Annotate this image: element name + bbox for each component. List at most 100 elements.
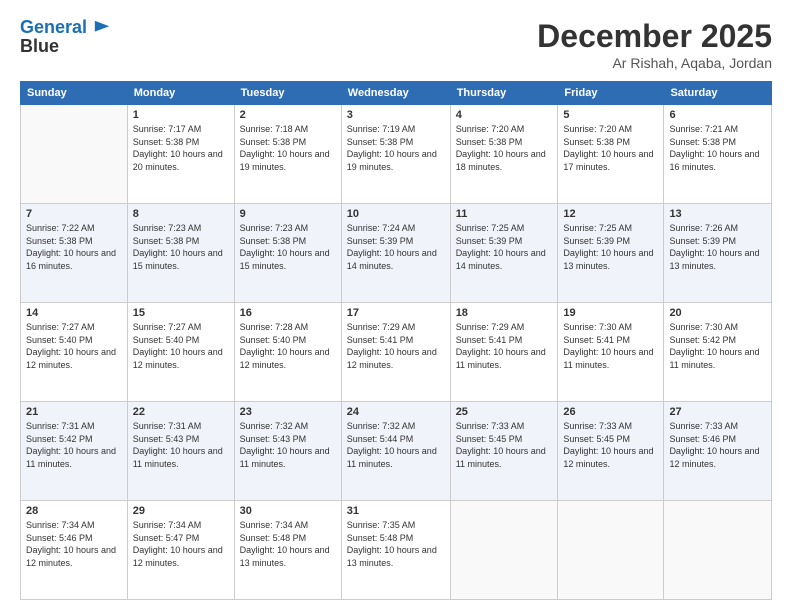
day-info: Sunrise: 7:34 AMSunset: 5:47 PMDaylight:… (133, 519, 229, 569)
calendar-week-row: 21 Sunrise: 7:31 AMSunset: 5:42 PMDayligh… (21, 402, 772, 501)
day-info: Sunrise: 7:27 AMSunset: 5:40 PMDaylight:… (133, 321, 229, 371)
day-info: Sunrise: 7:32 AMSunset: 5:44 PMDaylight:… (347, 420, 445, 470)
calendar-cell: 21 Sunrise: 7:31 AMSunset: 5:42 PMDayligh… (21, 402, 128, 501)
calendar-week-row: 14 Sunrise: 7:27 AMSunset: 5:40 PMDayligh… (21, 303, 772, 402)
day-info: Sunrise: 7:19 AMSunset: 5:38 PMDaylight:… (347, 123, 445, 173)
day-number: 23 (240, 406, 336, 418)
calendar-cell: 18 Sunrise: 7:29 AMSunset: 5:41 PMDayligh… (450, 303, 558, 402)
day-number: 22 (133, 406, 229, 418)
day-number: 17 (347, 307, 445, 319)
calendar-cell: 17Sunrise: 7:29 AMSunset: 5:41 PMDayligh… (341, 303, 450, 402)
calendar-cell: 16Sunrise: 7:28 AMSunset: 5:40 PMDayligh… (234, 303, 341, 402)
location: Ar Rishah, Aqaba, Jordan (537, 55, 772, 71)
day-info: Sunrise: 7:24 AMSunset: 5:39 PMDaylight:… (347, 222, 445, 272)
calendar-table: SundayMondayTuesdayWednesdayThursdayFrid… (20, 81, 772, 600)
day-number: 30 (240, 505, 336, 517)
day-info: Sunrise: 7:35 AMSunset: 5:48 PMDaylight:… (347, 519, 445, 569)
day-number: 4 (456, 109, 553, 121)
day-info: Sunrise: 7:29 AMSunset: 5:41 PMDaylight:… (456, 321, 553, 371)
day-number: 19 (563, 307, 658, 319)
day-number: 5 (563, 109, 658, 121)
day-info: Sunrise: 7:33 AMSunset: 5:46 PMDaylight:… (669, 420, 766, 470)
calendar-cell: 27 Sunrise: 7:33 AMSunset: 5:46 PMDayligh… (664, 402, 772, 501)
logo-text: General (20, 18, 111, 38)
calendar-cell: 14 Sunrise: 7:27 AMSunset: 5:40 PMDayligh… (21, 303, 128, 402)
calendar-week-row: 1 Sunrise: 7:17 AMSunset: 5:38 PMDaylight… (21, 105, 772, 204)
day-info: Sunrise: 7:34 AMSunset: 5:48 PMDaylight:… (240, 519, 336, 569)
calendar-cell: 12 Sunrise: 7:25 AMSunset: 5:39 PMDayligh… (558, 204, 664, 303)
logo: General Blue (20, 18, 111, 57)
day-number: 1 (133, 109, 229, 121)
day-number: 31 (347, 505, 445, 517)
calendar-cell: 20Sunrise: 7:30 AMSunset: 5:42 PMDayligh… (664, 303, 772, 402)
day-number: 6 (669, 109, 766, 121)
calendar-cell (664, 501, 772, 600)
calendar-week-row: 7Sunrise: 7:22 AMSunset: 5:38 PMDaylight… (21, 204, 772, 303)
day-number: 26 (563, 406, 658, 418)
day-info: Sunrise: 7:23 AMSunset: 5:38 PMDaylight:… (240, 222, 336, 272)
day-number: 8 (133, 208, 229, 220)
calendar-cell: 22 Sunrise: 7:31 AMSunset: 5:43 PMDayligh… (127, 402, 234, 501)
day-info: Sunrise: 7:20 AMSunset: 5:38 PMDaylight:… (456, 123, 553, 173)
day-info: Sunrise: 7:25 AMSunset: 5:39 PMDaylight:… (456, 222, 553, 272)
day-info: Sunrise: 7:33 AMSunset: 5:45 PMDaylight:… (563, 420, 658, 470)
calendar-cell: 9 Sunrise: 7:23 AMSunset: 5:38 PMDaylight… (234, 204, 341, 303)
day-number: 3 (347, 109, 445, 121)
day-number: 14 (26, 307, 122, 319)
day-number: 2 (240, 109, 336, 121)
title-block: December 2025 Ar Rishah, Aqaba, Jordan (537, 18, 772, 71)
day-info: Sunrise: 7:27 AMSunset: 5:40 PMDaylight:… (26, 321, 122, 371)
day-number: 21 (26, 406, 122, 418)
calendar-cell: 28Sunrise: 7:34 AMSunset: 5:46 PMDayligh… (21, 501, 128, 600)
day-info: Sunrise: 7:23 AMSunset: 5:38 PMDaylight:… (133, 222, 229, 272)
col-header-saturday: Saturday (664, 82, 772, 105)
calendar-cell (450, 501, 558, 600)
day-number: 15 (133, 307, 229, 319)
col-header-tuesday: Tuesday (234, 82, 341, 105)
day-info: Sunrise: 7:21 AMSunset: 5:38 PMDaylight:… (669, 123, 766, 173)
day-info: Sunrise: 7:18 AMSunset: 5:38 PMDaylight:… (240, 123, 336, 173)
day-number: 11 (456, 208, 553, 220)
day-number: 25 (456, 406, 553, 418)
calendar-cell: 31 Sunrise: 7:35 AMSunset: 5:48 PMDayligh… (341, 501, 450, 600)
day-number: 18 (456, 307, 553, 319)
calendar-cell (558, 501, 664, 600)
day-info: Sunrise: 7:31 AMSunset: 5:43 PMDaylight:… (133, 420, 229, 470)
calendar-week-row: 28Sunrise: 7:34 AMSunset: 5:46 PMDayligh… (21, 501, 772, 600)
day-info: Sunrise: 7:20 AMSunset: 5:38 PMDaylight:… (563, 123, 658, 173)
calendar-cell: 24Sunrise: 7:32 AMSunset: 5:44 PMDayligh… (341, 402, 450, 501)
calendar-cell: 8 Sunrise: 7:23 AMSunset: 5:38 PMDaylight… (127, 204, 234, 303)
day-number: 13 (669, 208, 766, 220)
day-number: 10 (347, 208, 445, 220)
day-info: Sunrise: 7:26 AMSunset: 5:39 PMDaylight:… (669, 222, 766, 272)
day-info: Sunrise: 7:33 AMSunset: 5:45 PMDaylight:… (456, 420, 553, 470)
calendar-cell: 6 Sunrise: 7:21 AMSunset: 5:38 PMDaylight… (664, 105, 772, 204)
col-header-wednesday: Wednesday (341, 82, 450, 105)
col-header-thursday: Thursday (450, 82, 558, 105)
calendar-cell: 23 Sunrise: 7:32 AMSunset: 5:43 PMDayligh… (234, 402, 341, 501)
calendar-cell: 30 Sunrise: 7:34 AMSunset: 5:48 PMDayligh… (234, 501, 341, 600)
calendar-cell: 25 Sunrise: 7:33 AMSunset: 5:45 PMDayligh… (450, 402, 558, 501)
day-number: 29 (133, 505, 229, 517)
col-header-friday: Friday (558, 82, 664, 105)
day-number: 27 (669, 406, 766, 418)
calendar-cell: 26 Sunrise: 7:33 AMSunset: 5:45 PMDayligh… (558, 402, 664, 501)
col-header-monday: Monday (127, 82, 234, 105)
calendar-cell: 3 Sunrise: 7:19 AMSunset: 5:38 PMDaylight… (341, 105, 450, 204)
day-number: 20 (669, 307, 766, 319)
day-info: Sunrise: 7:31 AMSunset: 5:42 PMDaylight:… (26, 420, 122, 470)
day-number: 12 (563, 208, 658, 220)
day-info: Sunrise: 7:32 AMSunset: 5:43 PMDaylight:… (240, 420, 336, 470)
day-info: Sunrise: 7:30 AMSunset: 5:41 PMDaylight:… (563, 321, 658, 371)
day-info: Sunrise: 7:25 AMSunset: 5:39 PMDaylight:… (563, 222, 658, 272)
calendar-cell: 15 Sunrise: 7:27 AMSunset: 5:40 PMDayligh… (127, 303, 234, 402)
day-info: Sunrise: 7:28 AMSunset: 5:40 PMDaylight:… (240, 321, 336, 371)
day-info: Sunrise: 7:17 AMSunset: 5:38 PMDaylight:… (133, 123, 229, 173)
day-number: 7 (26, 208, 122, 220)
calendar-cell: 29 Sunrise: 7:34 AMSunset: 5:47 PMDayligh… (127, 501, 234, 600)
calendar-cell: 13 Sunrise: 7:26 AMSunset: 5:39 PMDayligh… (664, 204, 772, 303)
calendar-cell: 10 Sunrise: 7:24 AMSunset: 5:39 PMDayligh… (341, 204, 450, 303)
calendar-cell: 5 Sunrise: 7:20 AMSunset: 5:38 PMDaylight… (558, 105, 664, 204)
page: General Blue December 2025 Ar Rishah, Aq… (0, 0, 792, 612)
day-number: 9 (240, 208, 336, 220)
